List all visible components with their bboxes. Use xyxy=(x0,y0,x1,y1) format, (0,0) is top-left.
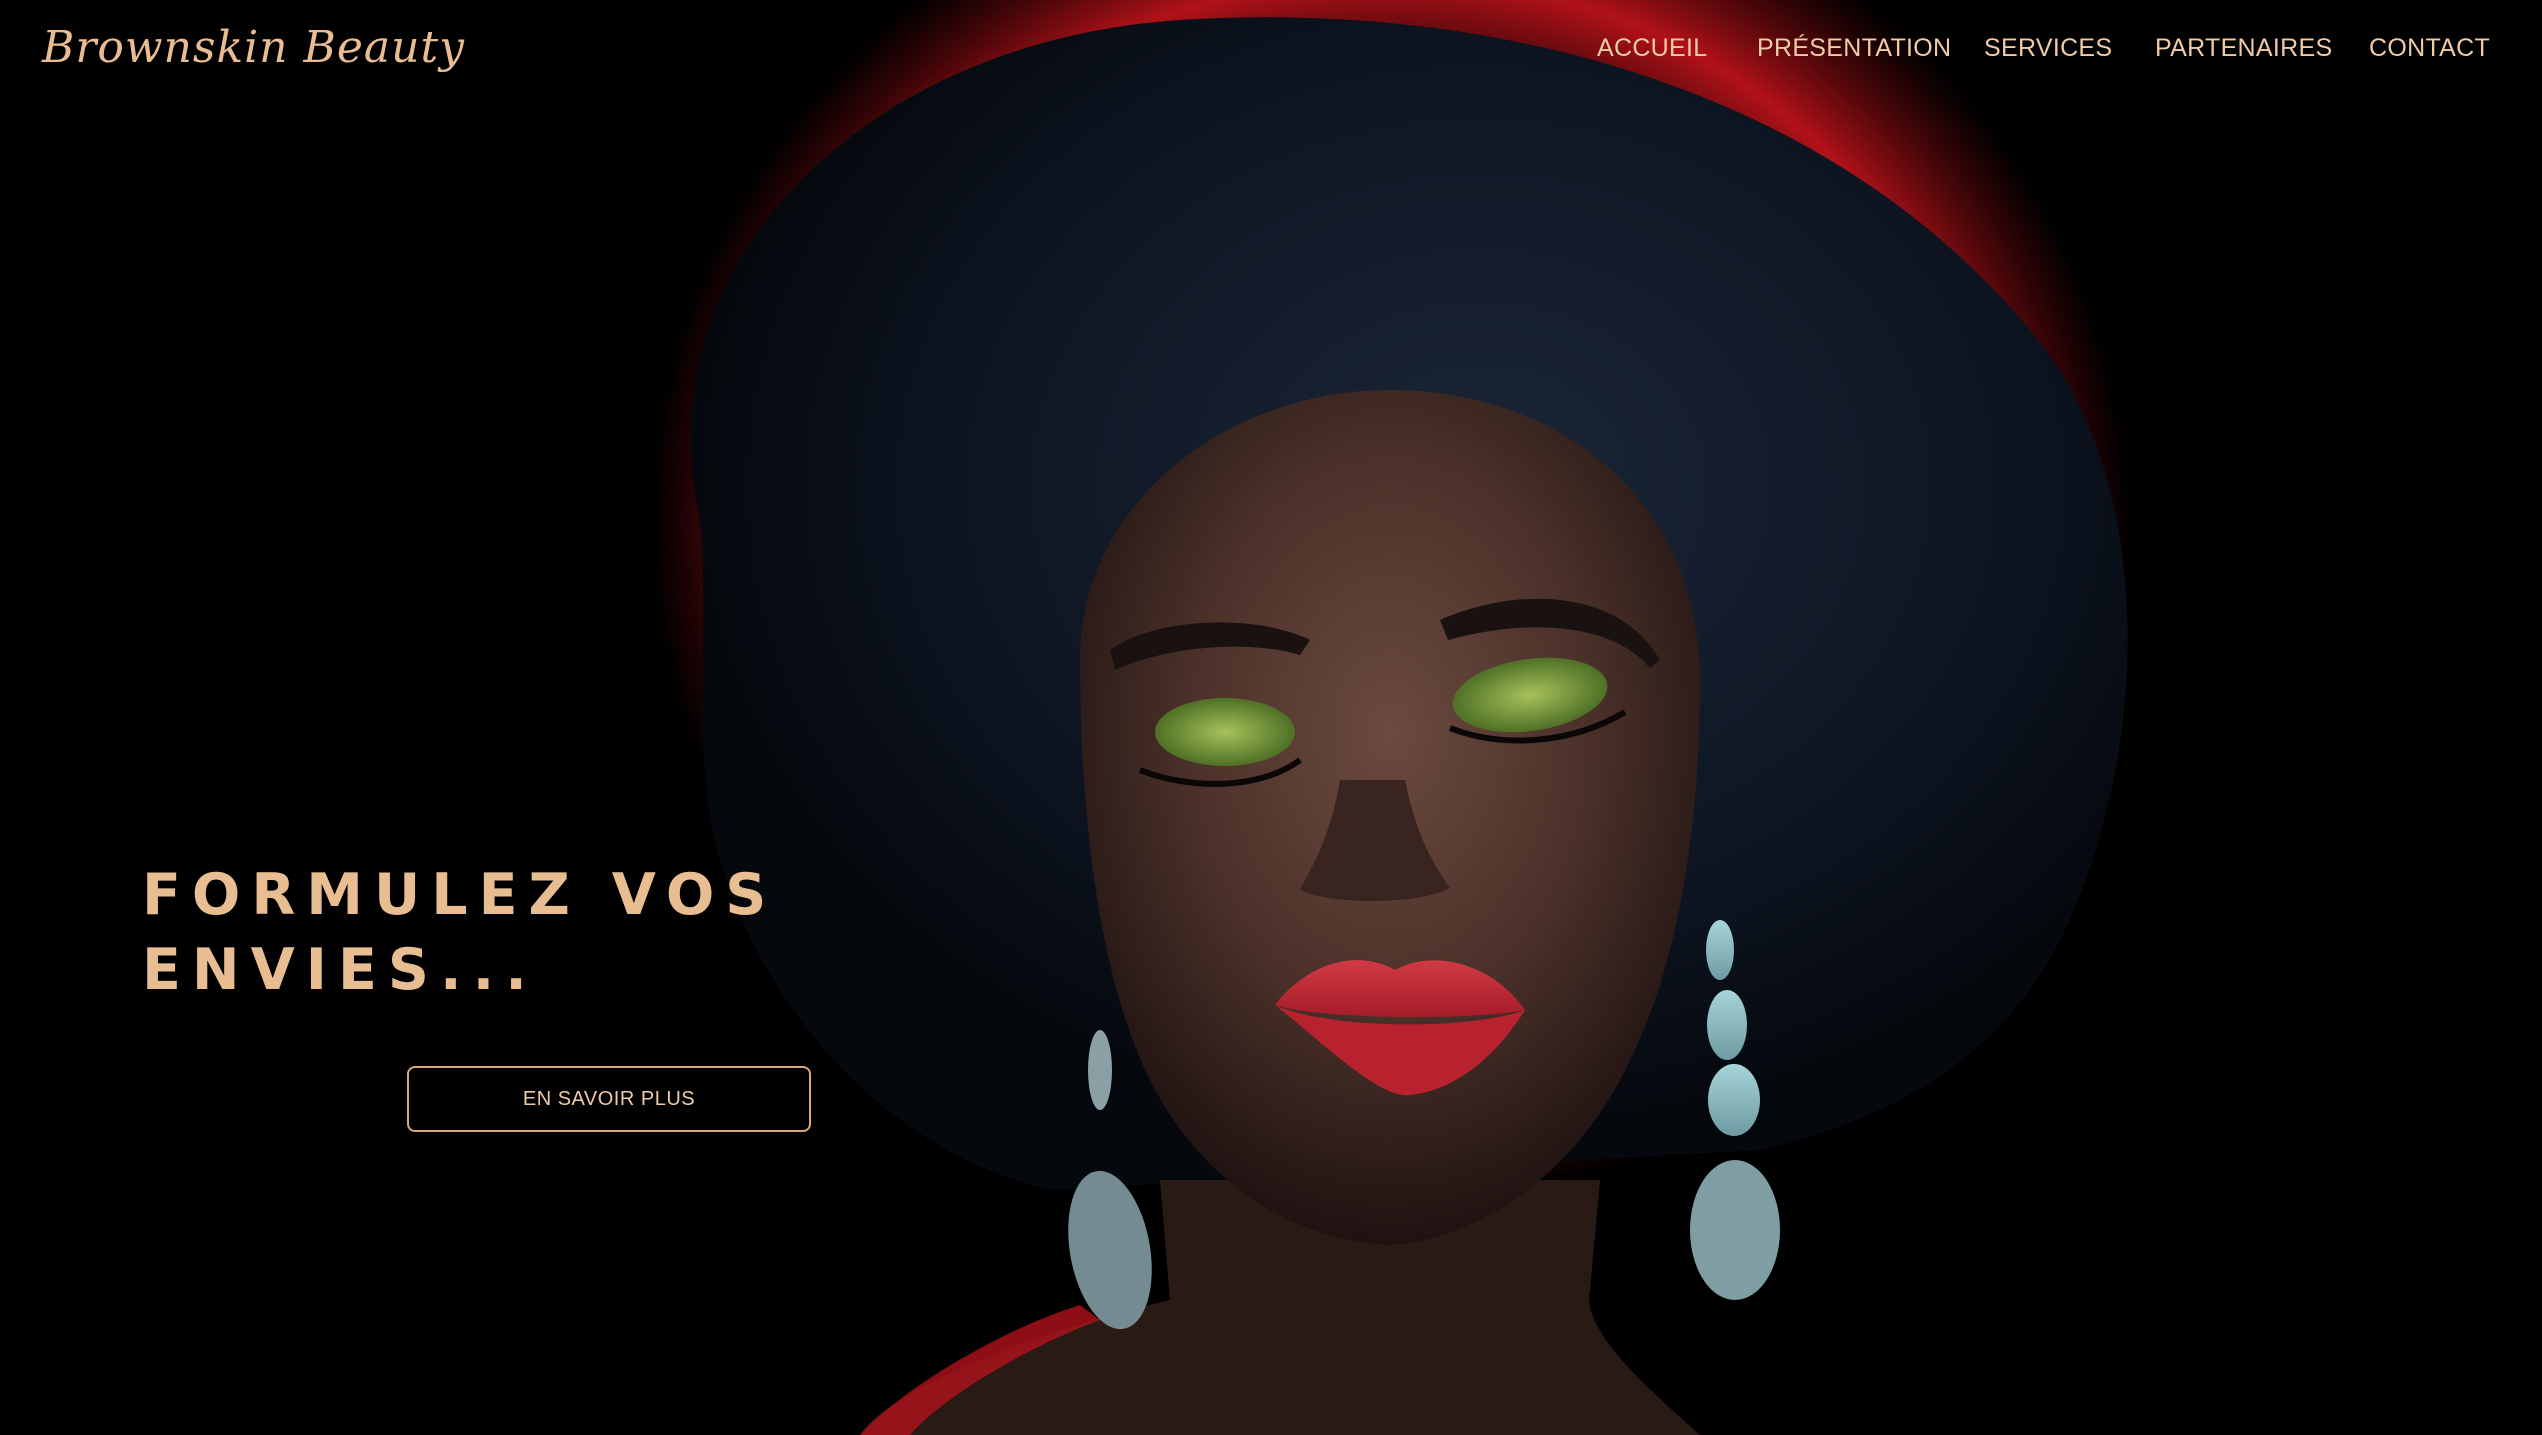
nav-item-presentation[interactable]: PRÉSENTATION xyxy=(1757,34,1951,63)
hero-portrait-image xyxy=(650,0,2130,1435)
nav-item-accueil[interactable]: ACCUEIL xyxy=(1597,34,1707,63)
main-navigation: ACCUEIL PRÉSENTATION SERVICES PARTENAIRE… xyxy=(0,34,2542,74)
nav-item-partenaires[interactable]: PARTENAIRES xyxy=(2155,34,2332,63)
nav-item-contact[interactable]: CONTACT xyxy=(2369,34,2490,63)
hero-headline: FORMULEZ VOS ENVIES... xyxy=(142,858,777,1008)
hero-headline-line-1: FORMULEZ VOS xyxy=(142,862,778,928)
hero-headline-line-2: ENVIES... xyxy=(142,937,538,1003)
nav-item-services[interactable]: SERVICES xyxy=(1984,34,2112,63)
hero-section xyxy=(0,0,2542,1435)
learn-more-button[interactable]: EN SAVOIR PLUS xyxy=(407,1066,811,1132)
